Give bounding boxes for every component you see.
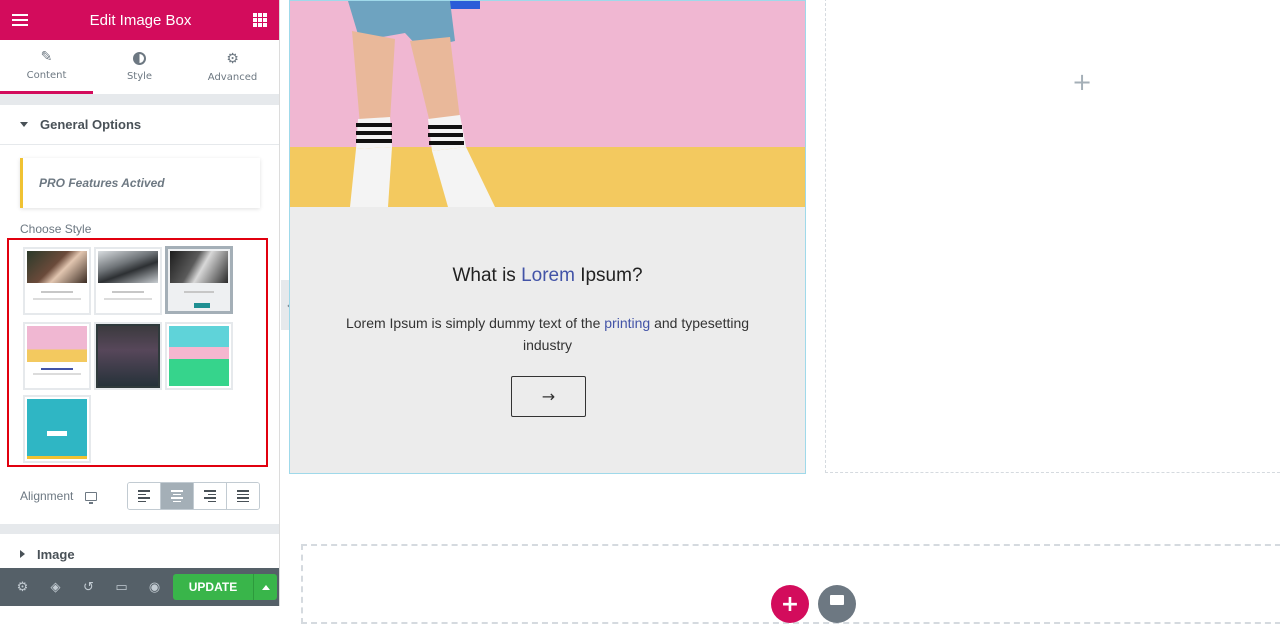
- title-highlight: Lorem: [521, 265, 575, 286]
- gear-icon: ⚙: [226, 50, 239, 67]
- align-justify-button[interactable]: [227, 483, 260, 509]
- style-option-5[interactable]: [94, 322, 162, 390]
- settings-icon[interactable]: ⚙: [6, 568, 39, 606]
- style-thumbnail-image: [169, 326, 229, 386]
- model-photo: [290, 1, 805, 207]
- alignment-control: Alignment: [20, 482, 260, 510]
- panel-footer: ⚙ ◈ ↺ ▭ ◉ UPDATE: [0, 568, 279, 606]
- update-button[interactable]: UPDATE: [173, 574, 253, 600]
- align-left-button[interactable]: [128, 483, 162, 509]
- style-thumbnail-button: [194, 303, 210, 308]
- add-widget-icon[interactable]: +: [1072, 68, 1092, 96]
- menu-icon[interactable]: [12, 14, 28, 26]
- style-option-7[interactable]: [23, 395, 91, 463]
- alignment-label: Alignment: [20, 489, 74, 503]
- panel-header: Edit Image Box: [0, 0, 279, 40]
- style-thumbnail-image: [27, 251, 87, 283]
- section-general-options[interactable]: General Options: [0, 105, 279, 145]
- style-thumbnail-line: [33, 298, 81, 300]
- style-thumbnail-line: [33, 373, 81, 375]
- image-section-wrapper: Image: [0, 524, 279, 574]
- panel-title: Edit Image Box: [89, 11, 192, 29]
- pencil-icon: ✎: [40, 49, 53, 65]
- add-template-button[interactable]: [818, 585, 856, 623]
- style-thumbnail-image: [170, 251, 228, 283]
- style-thumbnail-image: [98, 251, 158, 283]
- tab-style[interactable]: Style: [93, 40, 186, 94]
- empty-column[interactable]: [825, 0, 1280, 473]
- style-option-1[interactable]: [23, 247, 91, 315]
- style-thumbnail-line: [41, 368, 73, 370]
- style-thumbnail-image: [98, 326, 158, 386]
- style-option-3[interactable]: [165, 246, 233, 314]
- align-right-button[interactable]: [194, 483, 228, 509]
- folder-icon: [830, 595, 844, 605]
- monitor-icon[interactable]: [85, 491, 98, 504]
- section-image-label: Image: [37, 546, 75, 562]
- update-options-button[interactable]: [253, 574, 277, 600]
- section-divider: [0, 524, 279, 534]
- tab-advanced-label: Advanced: [207, 71, 258, 83]
- title-part: What is: [452, 265, 522, 286]
- choose-style-label: Choose Style: [20, 222, 92, 236]
- style-thumbnail-line: [112, 291, 144, 293]
- section-divider: [0, 95, 279, 105]
- tab-advanced[interactable]: ⚙ Advanced: [186, 40, 279, 94]
- caret-down-icon: [20, 122, 28, 127]
- section-general-options-label: General Options: [40, 117, 142, 132]
- image-box-description: Lorem Ipsum is simply dummy text of the …: [330, 312, 765, 356]
- arrow-right-icon: →: [541, 387, 556, 406]
- history-icon[interactable]: ↺: [72, 568, 105, 606]
- style-options-grid: [7, 238, 268, 467]
- responsive-icon[interactable]: ▭: [105, 568, 138, 606]
- image-box-title: What is Lorem Ipsum?: [290, 265, 805, 287]
- tab-content[interactable]: ✎ Content: [0, 40, 93, 94]
- description-part: Lorem Ipsum is simply dummy text of the: [345, 315, 605, 331]
- image-box-button[interactable]: →: [511, 376, 586, 417]
- layers-icon[interactable]: ◈: [39, 568, 72, 606]
- tab-style-label: Style: [126, 71, 153, 82]
- style-option-6[interactable]: [165, 322, 233, 390]
- style-thumbnail-button: [47, 431, 67, 436]
- caret-right-icon: [20, 550, 25, 558]
- style-thumbnail-line: [41, 291, 73, 293]
- title-part: Ipsum?: [574, 265, 643, 286]
- add-section-button[interactable]: +: [771, 585, 809, 623]
- widgets-grid-icon[interactable]: [253, 13, 267, 27]
- image-box-widget[interactable]: What is Lorem Ipsum? Lorem Ipsum is simp…: [289, 0, 806, 474]
- panel-tabs: ✎ Content Style ⚙ Advanced: [0, 40, 279, 95]
- editor-panel: Edit Image Box ✎ Content Style ⚙ Advance…: [0, 0, 280, 606]
- pro-notice: PRO Features Actived: [20, 158, 260, 208]
- style-thumbnail-image: [27, 399, 87, 459]
- description-highlight: printing: [604, 315, 651, 331]
- tab-content-label: Content: [26, 70, 67, 81]
- caret-up-icon: [261, 584, 270, 590]
- style-thumbnail-line: [104, 298, 152, 300]
- contrast-icon: [133, 52, 146, 65]
- align-center-button[interactable]: [161, 483, 195, 509]
- style-thumbnail-image: [27, 326, 87, 362]
- style-option-4[interactable]: [23, 322, 91, 390]
- style-thumbnail-line: [184, 291, 214, 293]
- preview-icon[interactable]: ◉: [138, 568, 171, 606]
- alignment-button-group: [127, 482, 260, 510]
- image-box-image: [290, 1, 805, 207]
- style-option-2[interactable]: [94, 247, 162, 315]
